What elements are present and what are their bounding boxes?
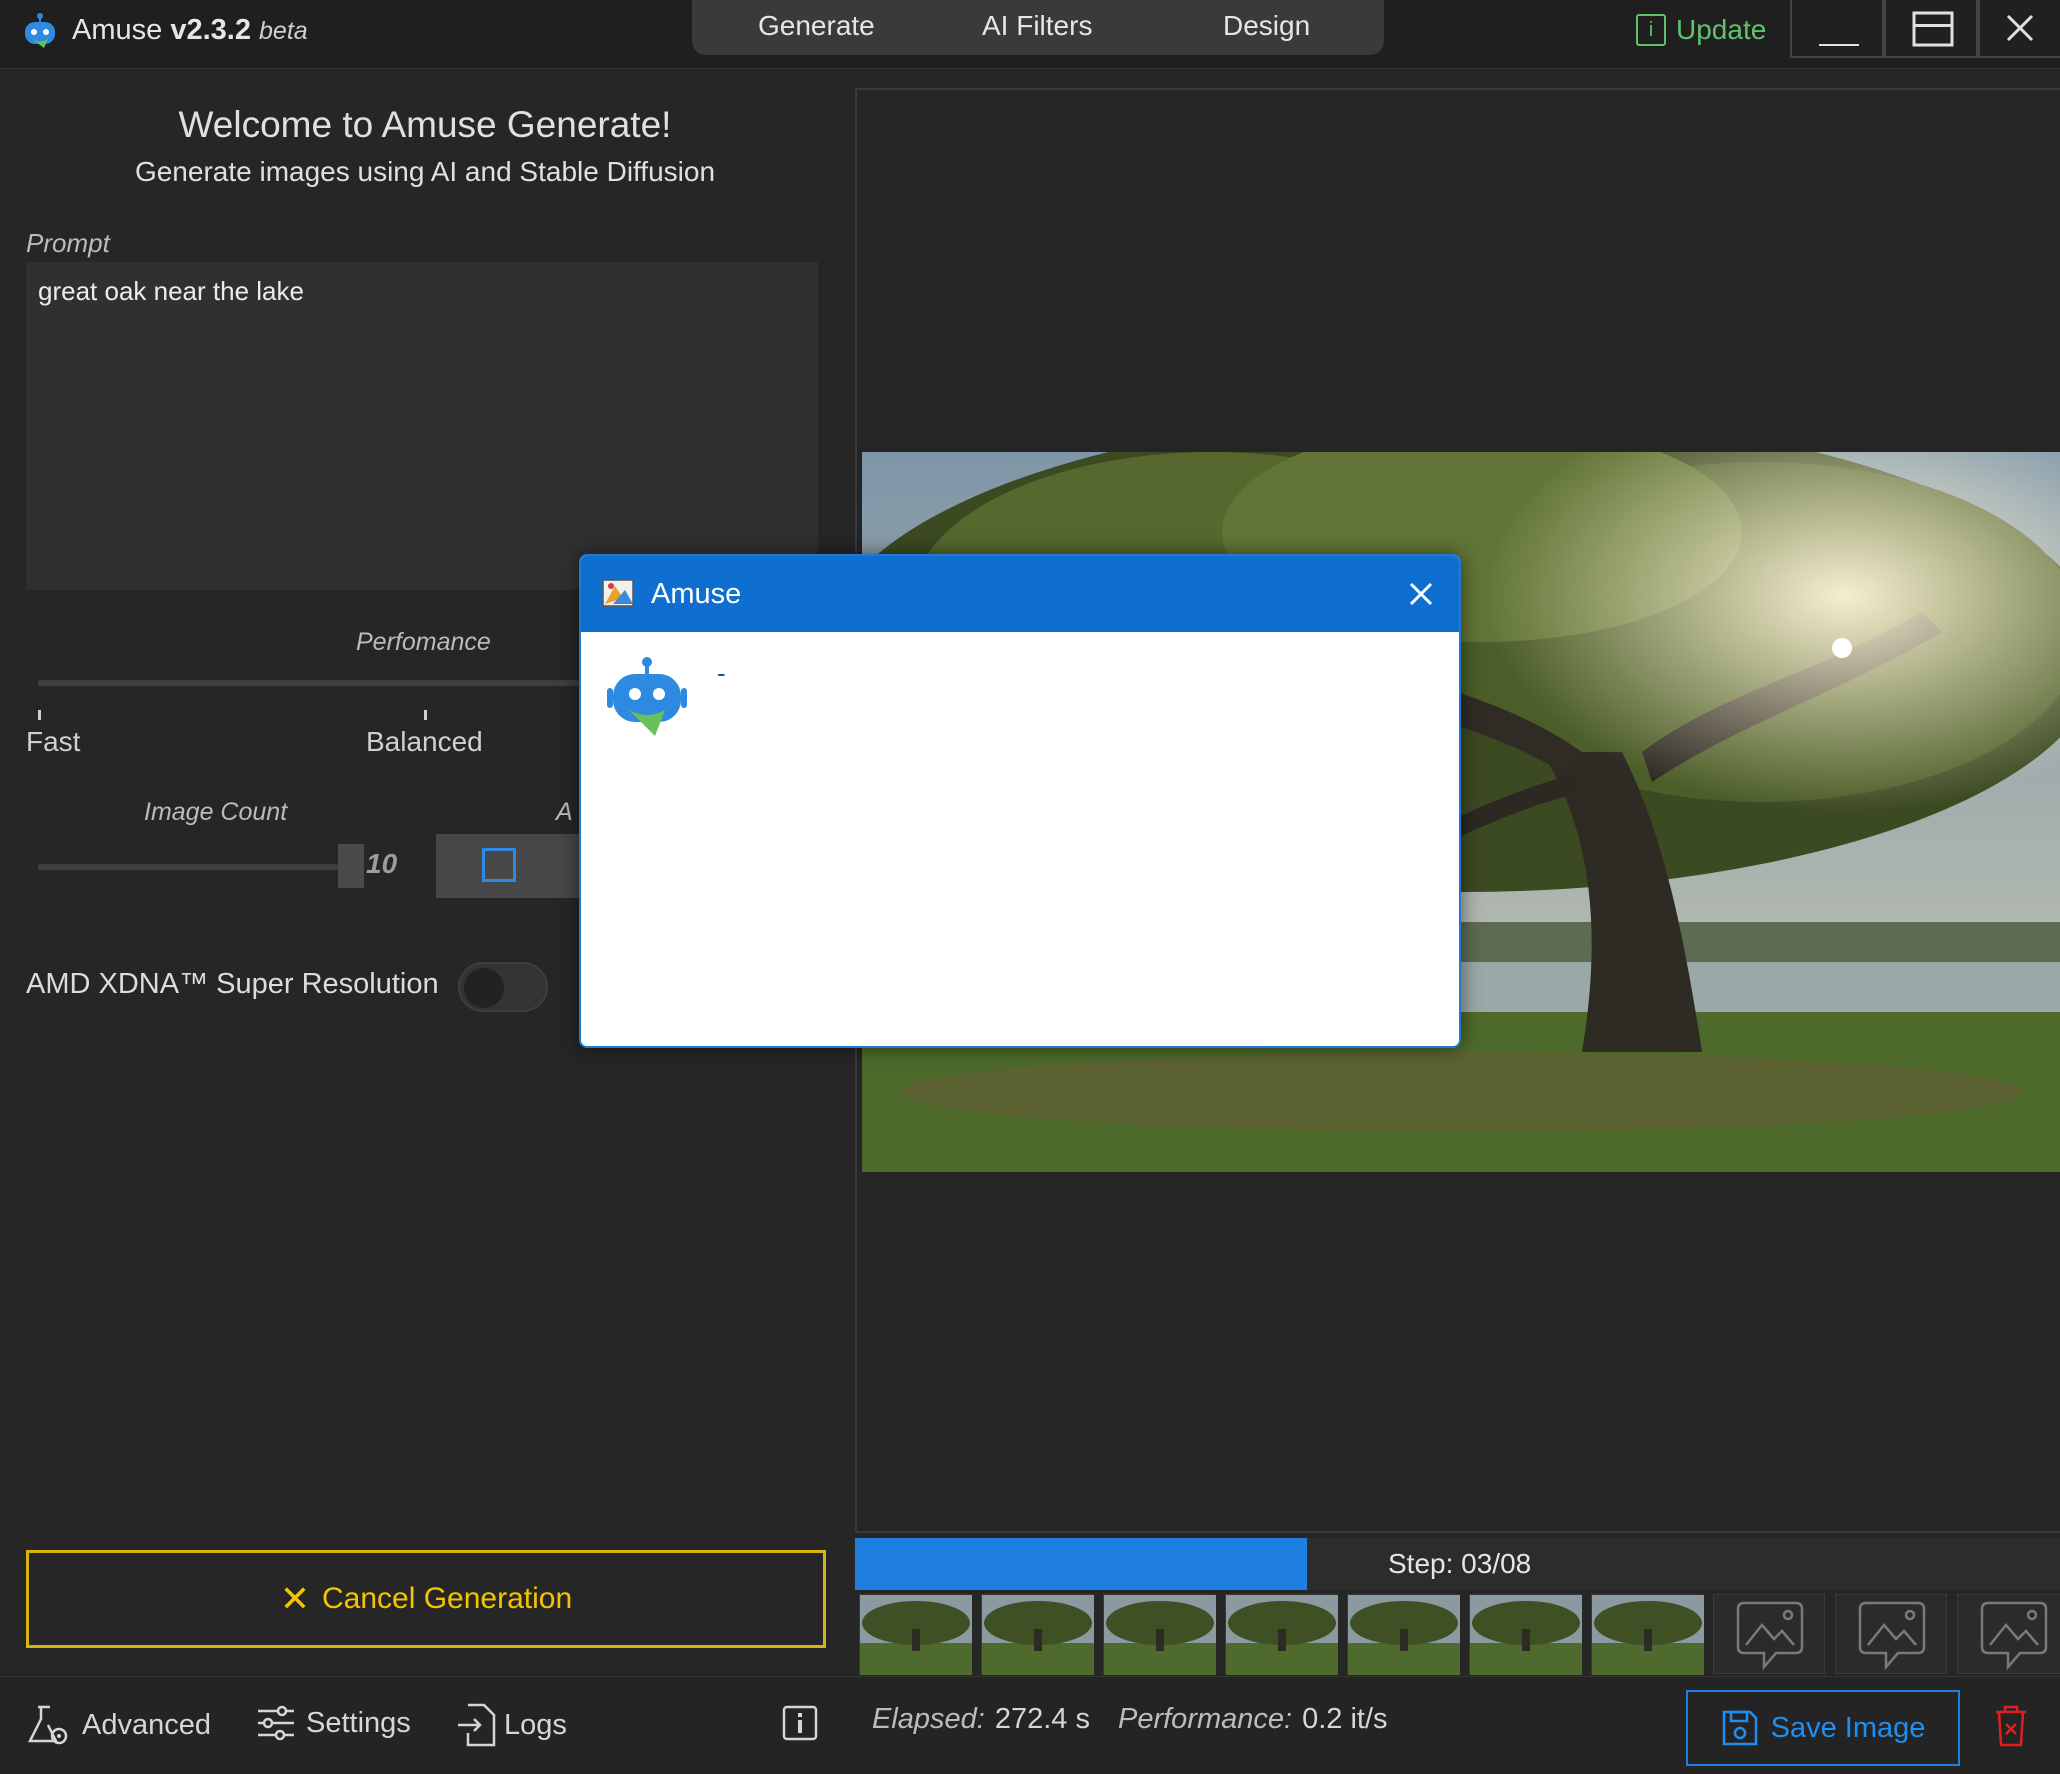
aspect-square-button[interactable] (436, 834, 582, 898)
performance-readout: Performance: 0.2 it/s (1118, 1703, 1388, 1736)
advanced-label: Advanced (82, 1708, 211, 1741)
sliders-icon (258, 1705, 294, 1741)
performance-readout-value: 0.2 it/s (1302, 1703, 1388, 1735)
welcome-subtitle: Generate images using AI and Stable Diff… (134, 156, 716, 187)
toggle-knob (464, 968, 504, 1008)
app-channel: beta (259, 17, 308, 45)
thumbnail-image (1104, 1595, 1216, 1675)
thumbnail-item[interactable] (1469, 1594, 1582, 1675)
settings-label: Settings (306, 1706, 411, 1739)
step-counter: Step: 03/08 (1388, 1548, 1532, 1579)
cancel-generation-button[interactable]: ✕ Cancel Generation (26, 1550, 826, 1648)
message-dialog: Amuse - (579, 554, 1461, 1048)
title-bar: Amuse v2.3.2 beta Generate AI Filters De… (0, 0, 2060, 69)
dialog-message: - (717, 658, 726, 688)
super-resolution-toggle[interactable] (458, 962, 548, 1012)
tick-balanced (424, 710, 427, 720)
dialog-close-icon[interactable] (1401, 574, 1441, 614)
aspect-label: A (556, 798, 573, 826)
prompt-label: Prompt (26, 228, 110, 258)
robot-logo-icon (607, 657, 687, 736)
close-icon (2006, 14, 2034, 42)
log-file-icon (458, 1703, 496, 1747)
performance-readout-label: Performance: (1118, 1703, 1293, 1735)
thumbnail-image (1226, 1595, 1338, 1675)
thumbnail-item[interactable] (859, 1594, 972, 1675)
save-image-label: Save Image (1770, 1711, 1926, 1744)
thumbnail-item[interactable] (1591, 1594, 1704, 1675)
image-count-value: 10 (366, 848, 398, 879)
advanced-button[interactable]: Advanced (26, 1703, 211, 1747)
info-box-icon: i (1636, 14, 1666, 46)
image-count-slider-thumb[interactable] (338, 844, 364, 888)
info-button[interactable] (782, 1705, 818, 1741)
robot-logo-icon (25, 13, 55, 48)
app-version: v2.3.2 (170, 14, 251, 46)
thumbnail-item[interactable] (981, 1594, 1094, 1675)
thumbnail-strip (855, 1594, 2060, 1675)
elapsed-label: Elapsed: (872, 1703, 985, 1735)
logs-button[interactable]: Logs (456, 1703, 567, 1747)
app-title: Amuse v2.3.2 beta (72, 14, 308, 47)
performance-slider[interactable] (38, 680, 588, 686)
welcome-title: Welcome to Amuse Generate! (178, 104, 672, 145)
nav-tabs: Generate AI Filters Design (692, 0, 1384, 55)
empty-thumbnail-slot (1835, 1594, 1947, 1674)
app-name: Amuse (72, 14, 163, 46)
maximize-icon (1912, 11, 1954, 47)
settings-button[interactable]: Settings (256, 1703, 411, 1743)
performance-label: Perfomance (356, 628, 491, 656)
maximize-button[interactable] (1884, 0, 1978, 58)
image-placeholder-icon (1858, 1601, 1926, 1671)
square-aspect-icon (482, 848, 516, 882)
app-window-icon (602, 579, 634, 607)
info-icon (782, 1705, 818, 1741)
thumbnail-image (1348, 1595, 1460, 1675)
logs-label: Logs (504, 1708, 567, 1741)
elapsed-readout: Elapsed: 272.4 s (872, 1703, 1090, 1736)
elapsed-value: 272.4 s (994, 1703, 1090, 1735)
image-count-slider[interactable] (38, 864, 348, 870)
update-button[interactable]: i Update (1636, 12, 1766, 48)
cancel-generation-label: Cancel Generation (322, 1582, 573, 1615)
progress-bar-fill (855, 1538, 1307, 1590)
thumbnail-item[interactable] (1103, 1594, 1216, 1675)
flask-gear-icon (27, 1705, 68, 1745)
tab-ai-filters[interactable]: AI Filters (982, 10, 1092, 42)
thumbnail-image (1592, 1595, 1704, 1675)
floppy-disk-icon (1722, 1710, 1757, 1746)
image-count-label: Image Count (144, 798, 288, 826)
empty-thumbnail-slot (1713, 1594, 1825, 1674)
minimize-button[interactable] (1790, 0, 1884, 58)
performance-balanced-label: Balanced (366, 726, 483, 757)
close-window-button[interactable] (1978, 0, 2060, 58)
image-placeholder-icon (1980, 1601, 2048, 1671)
minimize-icon (1819, 44, 1859, 46)
thumbnail-image (982, 1595, 1094, 1675)
thumbnail-image (860, 1595, 972, 1675)
update-label: Update (1676, 14, 1767, 45)
performance-fast-label: Fast (26, 726, 81, 757)
tab-generate[interactable]: Generate (758, 10, 875, 42)
save-image-button[interactable]: Save Image (1686, 1690, 1960, 1766)
tab-design[interactable]: Design (1223, 10, 1310, 42)
trash-icon[interactable] (1992, 1704, 2030, 1748)
thumbnail-item[interactable] (1347, 1594, 1460, 1675)
thumbnail-item[interactable] (1225, 1594, 1338, 1675)
thumbnail-image (1470, 1595, 1582, 1675)
cancel-x-icon: ✕ (279, 1578, 310, 1619)
image-placeholder-icon (1736, 1601, 1804, 1671)
empty-thumbnail-slot (1957, 1594, 2060, 1674)
tick-fast (38, 710, 41, 720)
dialog-header: Amuse (581, 556, 1459, 632)
dialog-title: Amuse (651, 578, 742, 610)
super-resolution-label: AMD XDNA™ Super Resolution (26, 968, 439, 1000)
prompt-input[interactable]: great oak near the lake (26, 262, 818, 590)
